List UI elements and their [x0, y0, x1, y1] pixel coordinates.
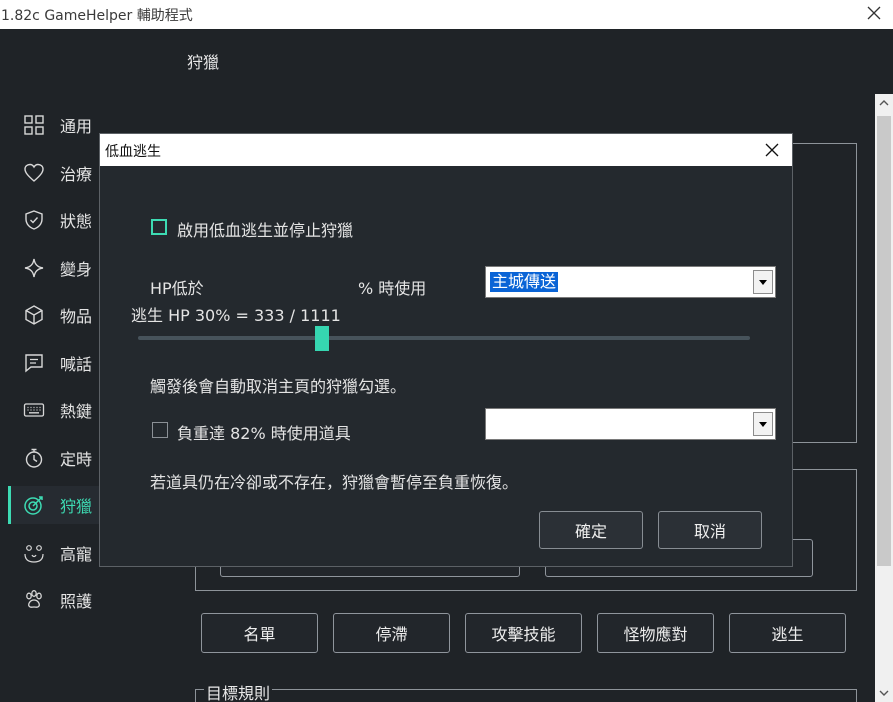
cube-icon — [23, 304, 45, 326]
dialog-title: 低血逃生 — [105, 144, 161, 160]
sidebar-item-general[interactable]: 通用 — [10, 106, 100, 144]
sidebar-item-label: 照護 — [60, 592, 93, 611]
monster-response-button[interactable]: 怪物應對 — [597, 613, 714, 653]
target-rules-groupbox — [195, 689, 857, 702]
chevron-up-icon[interactable] — [875, 94, 893, 112]
sidebar-item-items[interactable]: 物品 — [10, 296, 100, 334]
escape-action-selected: 主城傳送 — [490, 272, 559, 292]
heart-icon — [23, 162, 45, 184]
sidebar-item-transform[interactable]: 變身 — [10, 249, 100, 287]
window-close-icon[interactable] — [865, 4, 883, 22]
page-title: 狩獵 — [187, 53, 220, 72]
weight-item-label: 負重達 82% 時使用道具 — [177, 424, 351, 443]
shield-icon — [23, 209, 45, 231]
sidebar-item-label: 通用 — [60, 117, 93, 136]
sidebar-item-shout[interactable]: 喊話 — [10, 344, 100, 382]
timer-icon — [23, 447, 45, 469]
target-rules-title: 目標規則 — [204, 680, 273, 702]
sidebar-item-label: 狩獵 — [60, 497, 93, 516]
scrollbar-thumb[interactable] — [877, 116, 891, 566]
sidebar-item-label: 喊話 — [60, 355, 93, 374]
window-titlebar: 1.82c GameHelper 輔助程式 — [0, 0, 893, 29]
sidebar-item-timer[interactable]: 定時 — [10, 439, 100, 477]
keyboard-icon — [23, 399, 45, 421]
hp-slider-track[interactable] — [138, 336, 750, 340]
chat-icon — [23, 352, 45, 374]
escape-button[interactable]: 逃生 — [729, 613, 846, 653]
escape-action-select[interactable]: 主城傳送 — [485, 266, 776, 298]
sidebar-item-hotkey[interactable]: 熱鍵 — [10, 391, 100, 429]
sidebar-item-label: 高寵 — [60, 545, 93, 564]
paw-icon — [23, 589, 45, 611]
sidebar-item-heal[interactable]: 治療 — [10, 154, 100, 192]
sidebar-item-hunt[interactable]: 狩獵 — [8, 486, 100, 524]
sidebar-item-label: 物品 — [60, 307, 93, 326]
sidebar-item-label: 變身 — [60, 260, 93, 279]
sidebar-item-label: 狀態 — [60, 212, 93, 231]
escape-hp-readout: 逃生 HP 30% = 333 / 1111 — [131, 306, 341, 325]
dropdown-arrow-icon[interactable] — [753, 270, 773, 294]
sidebar-item-label: 治療 — [60, 165, 93, 184]
grid-icon — [23, 114, 45, 136]
dialog-close-icon[interactable] — [764, 142, 780, 158]
weight-item-checkbox[interactable] — [152, 422, 168, 438]
dialog-titlebar: 低血逃生 — [100, 134, 792, 166]
sparkle-icon — [23, 257, 45, 279]
low-hp-escape-dialog: 低血逃生 — [100, 134, 792, 566]
dropdown-arrow-icon[interactable] — [753, 412, 773, 436]
main-scrollbar[interactable] — [875, 94, 893, 702]
hp-below-label: HP低於 — [150, 279, 204, 298]
list-button[interactable]: 名單 — [201, 613, 318, 653]
sidebar-item-label: 定時 — [60, 450, 93, 469]
enable-escape-checkbox[interactable] — [151, 219, 167, 235]
pet-face-icon — [23, 542, 45, 564]
hp-slider-handle[interactable] — [315, 326, 329, 351]
sidebar-item-pet[interactable]: 高寵 — [10, 534, 100, 572]
chevron-down-icon[interactable] — [875, 684, 893, 702]
attack-skills-button[interactable]: 攻擊技能 — [465, 613, 582, 653]
stagnation-button[interactable]: 停滯 — [333, 613, 450, 653]
sidebar-item-care[interactable]: 照護 — [10, 581, 100, 619]
percent-use-label: % 時使用 — [358, 279, 427, 298]
cooldown-note: 若道具仍在冷卻或不存在，狩獵會暫停至負重恢復。 — [150, 473, 519, 492]
sidebar-item-status[interactable]: 狀態 — [10, 201, 100, 239]
ok-button[interactable]: 確定 — [539, 511, 643, 549]
weight-item-select[interactable] — [485, 408, 776, 440]
cancel-button[interactable]: 取消 — [658, 511, 762, 549]
window-title: 1.82c GameHelper 輔助程式 — [1, 8, 193, 24]
target-icon — [23, 494, 45, 516]
uncheck-note: 觸發後會自動取消主頁的狩獵勾選。 — [150, 377, 407, 396]
enable-escape-label: 啟用低血逃生並停止狩獵 — [177, 221, 354, 240]
sidebar-item-label: 熱鍵 — [60, 402, 93, 421]
